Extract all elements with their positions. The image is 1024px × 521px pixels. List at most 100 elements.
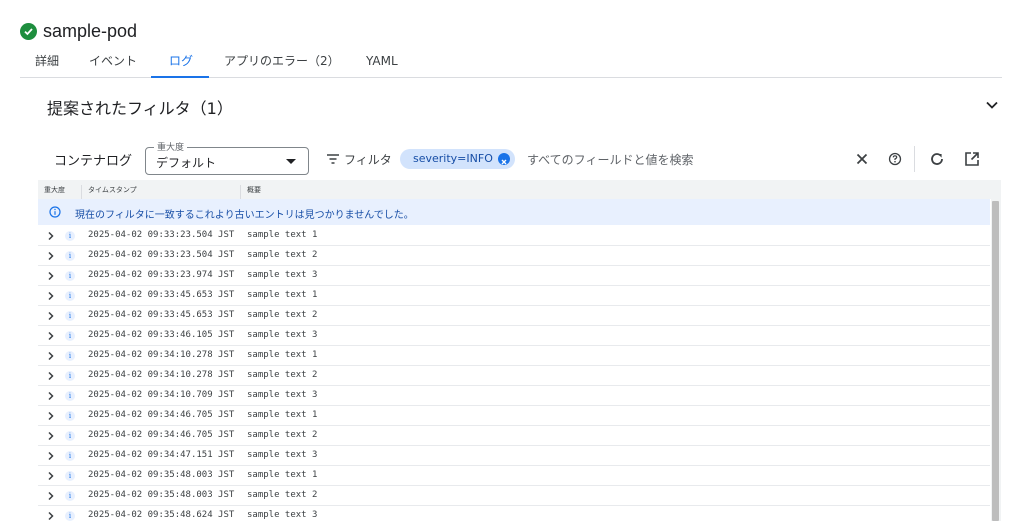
help-icon[interactable] (886, 150, 904, 168)
log-timestamp: 2025-04-02 09:34:46.705 JST (88, 430, 235, 440)
severity-info-icon: i (65, 291, 75, 301)
severity-info-icon: i (65, 311, 75, 321)
chevron-right-icon[interactable] (46, 311, 56, 321)
clear-icon[interactable] (853, 150, 871, 168)
log-row[interactable]: i 2025-04-02 09:34:10.278 JST sample text … (38, 366, 990, 386)
chevron-right-icon[interactable] (46, 511, 56, 521)
log-row[interactable]: i 2025-04-02 09:35:48.624 JST sample text … (38, 506, 990, 521)
log-timestamp: 2025-04-02 09:35:48.003 JST (88, 470, 235, 480)
filter-chip-label: severity=INFO (413, 152, 493, 165)
log-timestamp: 2025-04-02 09:34:10.709 JST (88, 390, 235, 400)
log-row[interactable]: i 2025-04-02 09:33:23.974 JST sample text … (38, 266, 990, 286)
log-summary: sample text 1 (247, 230, 318, 240)
log-row[interactable]: i 2025-04-02 09:35:48.003 JST sample text … (38, 486, 990, 506)
column-header-timestamp[interactable]: タイムスタンプ (88, 185, 137, 195)
log-row[interactable]: i 2025-04-02 09:33:45.653 JST sample text … (38, 286, 990, 306)
chevron-right-icon[interactable] (46, 491, 56, 501)
tab-yaml[interactable]: YAML (366, 48, 398, 77)
log-row[interactable]: i 2025-04-02 09:33:45.653 JST sample text … (38, 306, 990, 326)
log-timestamp: 2025-04-02 09:35:48.624 JST (88, 510, 235, 520)
log-rows: i 2025-04-02 09:33:23.504 JST sample text … (38, 226, 990, 521)
severity-info-icon: i (65, 351, 75, 361)
log-row[interactable]: i 2025-04-02 09:33:46.105 JST sample text … (38, 326, 990, 346)
chip-remove-icon[interactable] (498, 153, 510, 165)
severity-info-icon: i (65, 251, 75, 261)
tab-logs[interactable]: ログ (151, 48, 210, 78)
container-log-label: コンテナログ (54, 154, 133, 169)
log-timestamp: 2025-04-02 09:33:23.504 JST (88, 250, 235, 260)
log-row[interactable]: i 2025-04-02 09:34:46.705 JST sample text … (38, 406, 990, 426)
severity-info-icon: i (65, 391, 75, 401)
log-row[interactable]: i 2025-04-02 09:35:48.003 JST sample text … (38, 466, 990, 486)
info-icon (49, 206, 61, 218)
severity-info-icon: i (65, 411, 75, 421)
severity-info-icon: i (65, 511, 75, 521)
check-circle-icon (20, 22, 37, 40)
chevron-right-icon[interactable] (46, 371, 56, 381)
open-in-new-icon[interactable] (963, 150, 981, 168)
log-row[interactable]: i 2025-04-02 09:33:23.504 JST sample text … (38, 226, 990, 246)
refresh-icon[interactable] (928, 150, 946, 168)
chevron-right-icon[interactable] (46, 431, 56, 441)
chevron-right-icon[interactable] (46, 291, 56, 301)
log-panel: 重大度 タイムスタンプ 概要 現在のフィルタに一致するこれより古いエントリは見つ… (38, 180, 1001, 521)
log-summary: sample text 3 (247, 330, 318, 340)
log-row[interactable]: i 2025-04-02 09:34:46.705 JST sample text … (38, 426, 990, 446)
filter-chip[interactable]: severity=INFO (400, 149, 515, 169)
toolbar-divider (914, 146, 915, 172)
filter-icon[interactable] (327, 154, 339, 164)
log-summary: sample text 1 (247, 410, 318, 420)
scrollbar-thumb[interactable] (992, 201, 999, 521)
tab-events[interactable]: イベント (89, 48, 137, 77)
log-row[interactable]: i 2025-04-02 09:34:47.151 JST sample text … (38, 446, 990, 466)
chevron-right-icon[interactable] (46, 411, 56, 421)
log-summary: sample text 1 (247, 350, 318, 360)
log-timestamp: 2025-04-02 09:33:45.653 JST (88, 310, 235, 320)
chevron-right-icon[interactable] (46, 271, 56, 281)
info-banner: 現在のフィルタに一致するこれより古いエントリは見つかりませんでした。 (38, 199, 990, 225)
suggested-filters-title[interactable]: 提案されたフィルタ（1） (47, 95, 233, 119)
severity-value: デフォルト (156, 156, 217, 170)
log-timestamp: 2025-04-02 09:33:23.504 JST (88, 230, 235, 240)
log-timestamp: 2025-04-02 09:34:10.278 JST (88, 350, 235, 360)
log-summary: sample text 2 (247, 430, 318, 440)
chevron-right-icon[interactable] (46, 251, 56, 261)
severity-legend: 重大度 (154, 140, 188, 153)
severity-info-icon: i (65, 231, 75, 241)
chevron-right-icon[interactable] (46, 451, 56, 461)
severity-select[interactable]: 重大度 デフォルト (145, 140, 309, 175)
log-row[interactable]: i 2025-04-02 09:34:10.709 JST sample text … (38, 386, 990, 406)
log-timestamp: 2025-04-02 09:34:46.705 JST (88, 410, 235, 420)
chevron-right-icon[interactable] (46, 471, 56, 481)
filter-label[interactable]: フィルタ (344, 151, 392, 168)
chevron-right-icon[interactable] (46, 391, 56, 401)
log-timestamp: 2025-04-02 09:33:46.105 JST (88, 330, 235, 340)
tab-app-errors[interactable]: アプリのエラー（2） (224, 48, 340, 77)
log-row[interactable]: i 2025-04-02 09:34:10.278 JST sample text … (38, 346, 990, 366)
log-row[interactable]: i 2025-04-02 09:33:23.504 JST sample text … (38, 246, 990, 266)
log-summary: sample text 3 (247, 450, 318, 460)
column-header-severity[interactable]: 重大度 (44, 185, 65, 195)
severity-info-icon: i (65, 491, 75, 501)
log-summary: sample text 2 (247, 310, 318, 320)
log-timestamp: 2025-04-02 09:33:23.974 JST (88, 270, 235, 280)
search-input[interactable]: すべてのフィールドと値を検索 (527, 151, 693, 168)
column-header-summary[interactable]: 概要 (247, 185, 261, 195)
log-timestamp: 2025-04-02 09:34:47.151 JST (88, 450, 235, 460)
active-tab-indicator (151, 76, 210, 78)
severity-info-icon: i (65, 331, 75, 341)
chevron-right-icon[interactable] (46, 331, 56, 341)
chevron-down-icon[interactable] (985, 98, 999, 112)
severity-info-icon: i (65, 431, 75, 441)
log-table-header: 重大度 タイムスタンプ 概要 (38, 180, 1001, 204)
chevron-right-icon[interactable] (46, 231, 56, 241)
chevron-right-icon[interactable] (46, 351, 56, 361)
log-summary: sample text 2 (247, 370, 318, 380)
log-timestamp: 2025-04-02 09:34:10.278 JST (88, 370, 235, 380)
log-toolbar: コンテナログ 重大度 デフォルト フィルタ severity=INFO すべての… (0, 140, 1024, 180)
tab-details[interactable]: 詳細 (35, 48, 59, 77)
severity-info-icon: i (65, 271, 75, 281)
tab-logs-label: ログ (169, 54, 194, 68)
scrollbar[interactable] (991, 199, 1001, 521)
log-summary: sample text 3 (247, 270, 318, 280)
